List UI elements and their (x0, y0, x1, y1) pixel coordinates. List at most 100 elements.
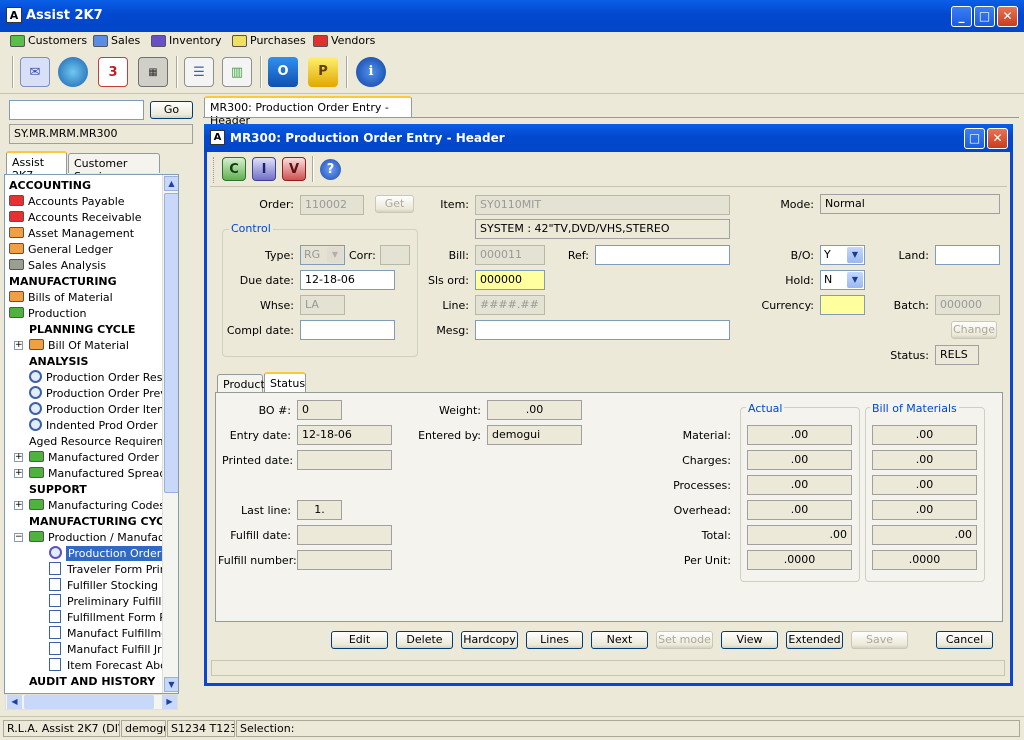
batch-field[interactable]: 000000 (935, 295, 1000, 315)
next-button[interactable]: Next (591, 631, 648, 649)
document-tab[interactable]: MR300: Production Order Entry - Header (204, 96, 412, 127)
tree-item[interactable]: Fulfiller Stocking Labels (49, 578, 178, 594)
compl-date-field[interactable] (300, 320, 395, 340)
chevron-down-icon[interactable]: ▼ (847, 247, 863, 263)
mesg-field[interactable] (475, 320, 730, 340)
expand-icon[interactable]: + (14, 453, 23, 462)
tab-status[interactable]: Status (264, 372, 306, 394)
tree-item[interactable]: Bills of Material (9, 290, 113, 306)
tree-heading[interactable]: SUPPORT (29, 482, 87, 498)
scroll-right-icon[interactable]: ▶ (162, 695, 177, 709)
sls-ord-field[interactable]: 000000 (475, 270, 545, 290)
tree-hscrollbar[interactable]: ◀ ▶ (5, 694, 178, 710)
save-button[interactable]: Save (851, 631, 908, 649)
tab-product[interactable]: Product (217, 374, 265, 394)
set-mode-button[interactable]: Set mode (656, 631, 713, 649)
tree-item[interactable]: Manufacturing Codes (29, 498, 165, 514)
tree-heading[interactable]: PLANNING CYCLE (29, 322, 135, 338)
chevron-down-icon[interactable]: ▼ (327, 247, 343, 263)
line-field[interactable]: ####.## (475, 295, 545, 315)
tree-item[interactable]: Production Order Preview (29, 386, 178, 402)
hardcopy-button[interactable]: Hardcopy (461, 631, 518, 649)
tree-item[interactable]: Fulfillment Form Printin (49, 610, 178, 626)
expand-icon[interactable]: + (14, 501, 23, 510)
tree-item-selected[interactable]: Production Order Entry (49, 546, 178, 562)
tree-item[interactable]: Item Forecast Abort (49, 658, 176, 674)
tree-heading[interactable]: MANUFACTURING (9, 274, 117, 290)
menu-inventory[interactable]: Inventory (151, 34, 222, 47)
currency-field[interactable] (820, 295, 865, 315)
inner-close-button[interactable]: ✕ (987, 128, 1008, 149)
tab-customer-service[interactable]: Customer Service (68, 153, 160, 183)
item-field[interactable]: SY0110MIT (475, 195, 730, 215)
due-date-field[interactable]: 12-18-06 (300, 270, 395, 290)
tree-item[interactable]: Traveler Form Printing (49, 562, 178, 578)
tree-item[interactable]: Sales Analysis (9, 258, 106, 274)
cancel-button[interactable]: Cancel (936, 631, 993, 649)
calculator-icon[interactable]: ▦ (138, 57, 168, 87)
hscroll-thumb[interactable] (24, 695, 154, 709)
contacts-icon[interactable]: ☰ (184, 57, 214, 87)
order-field[interactable]: 110002 (300, 195, 364, 215)
help-icon[interactable]: ? (320, 159, 341, 180)
scroll-up-icon[interactable]: ▲ (164, 176, 178, 191)
menu-vendors[interactable]: Vendors (313, 34, 375, 47)
tree-item[interactable]: Preliminary Fulfillment F (49, 594, 178, 610)
globe-icon[interactable] (58, 57, 88, 87)
bo-select[interactable]: Y ▼ (820, 245, 865, 265)
tree-item[interactable]: Accounts Payable (9, 194, 125, 210)
collapse-icon[interactable]: − (14, 533, 23, 542)
whse-field[interactable]: LA (300, 295, 345, 315)
tree-item[interactable]: Aged Resource Requirements (29, 434, 178, 450)
view-button[interactable]: View (721, 631, 778, 649)
edit-button[interactable]: Edit (331, 631, 388, 649)
c-icon[interactable]: C (222, 157, 246, 181)
scroll-down-icon[interactable]: ▼ (164, 677, 178, 692)
ref-field[interactable] (595, 245, 730, 265)
tree-item[interactable]: Manufactured Order Resea (29, 450, 178, 466)
expand-icon[interactable]: + (14, 469, 23, 478)
scroll-left-icon[interactable]: ◀ (7, 695, 22, 709)
land-field[interactable] (935, 245, 1000, 265)
expand-icon[interactable]: + (14, 341, 23, 350)
menu-purchases[interactable]: Purchases (232, 34, 306, 47)
tree-item[interactable]: Manufact Fulfillment Jo (49, 626, 178, 642)
corr-field[interactable] (380, 245, 410, 265)
report-icon[interactable]: ▥ (222, 57, 252, 87)
tree-item[interactable]: Production (9, 306, 87, 322)
tree-heading[interactable]: AUDIT AND HISTORY (29, 674, 155, 690)
close-button[interactable]: ✕ (997, 6, 1018, 27)
outlook-icon[interactable]: O (268, 57, 298, 87)
tree-heading[interactable]: ACCOUNTING (9, 178, 91, 194)
type-select[interactable]: RG ▼ (300, 245, 345, 265)
tree-item[interactable]: Manufact Fulfill Jrnl Up (49, 642, 178, 658)
tree-item[interactable]: Accounts Receivable (9, 210, 142, 226)
tree-item[interactable]: General Ledger (9, 242, 113, 258)
tree-heading[interactable]: MANUFACTURING CYCLE (29, 514, 178, 530)
extended-button[interactable]: Extended (786, 631, 843, 649)
hold-select[interactable]: N ▼ (820, 270, 865, 290)
v-icon[interactable]: V (282, 157, 306, 181)
tree-item[interactable]: Indented Prod Order Resea (29, 418, 178, 434)
calendar-icon[interactable]: 3 (98, 57, 128, 87)
info-icon[interactable]: i (356, 57, 386, 87)
menu-sales[interactable]: Sales (93, 34, 140, 47)
tree-item[interactable]: Manufactured Spread Inqu (29, 466, 178, 482)
bill-field[interactable]: 000011 (475, 245, 545, 265)
maximize-button[interactable]: □ (974, 6, 995, 27)
delete-button[interactable]: Delete (396, 631, 453, 649)
tree-vscrollbar[interactable]: ▲ ▼ (162, 175, 178, 693)
nav-search-input[interactable] (9, 100, 144, 120)
lines-button[interactable]: Lines (526, 631, 583, 649)
tree-item[interactable]: Production Order Item Res (29, 402, 178, 418)
get-button[interactable]: Get (375, 195, 414, 213)
menu-customers[interactable]: Customers (10, 34, 87, 47)
tree-item[interactable]: Asset Management (9, 226, 134, 242)
tree-item[interactable]: Production Order Research (29, 370, 178, 386)
publisher-icon[interactable]: P (308, 57, 338, 87)
inner-maximize-button[interactable]: □ (964, 128, 985, 149)
go-button[interactable]: Go (150, 101, 193, 119)
minimize-button[interactable]: _ (951, 6, 972, 27)
tree-item[interactable]: Production / Manufacturing (29, 530, 178, 546)
scroll-thumb[interactable] (164, 193, 178, 493)
